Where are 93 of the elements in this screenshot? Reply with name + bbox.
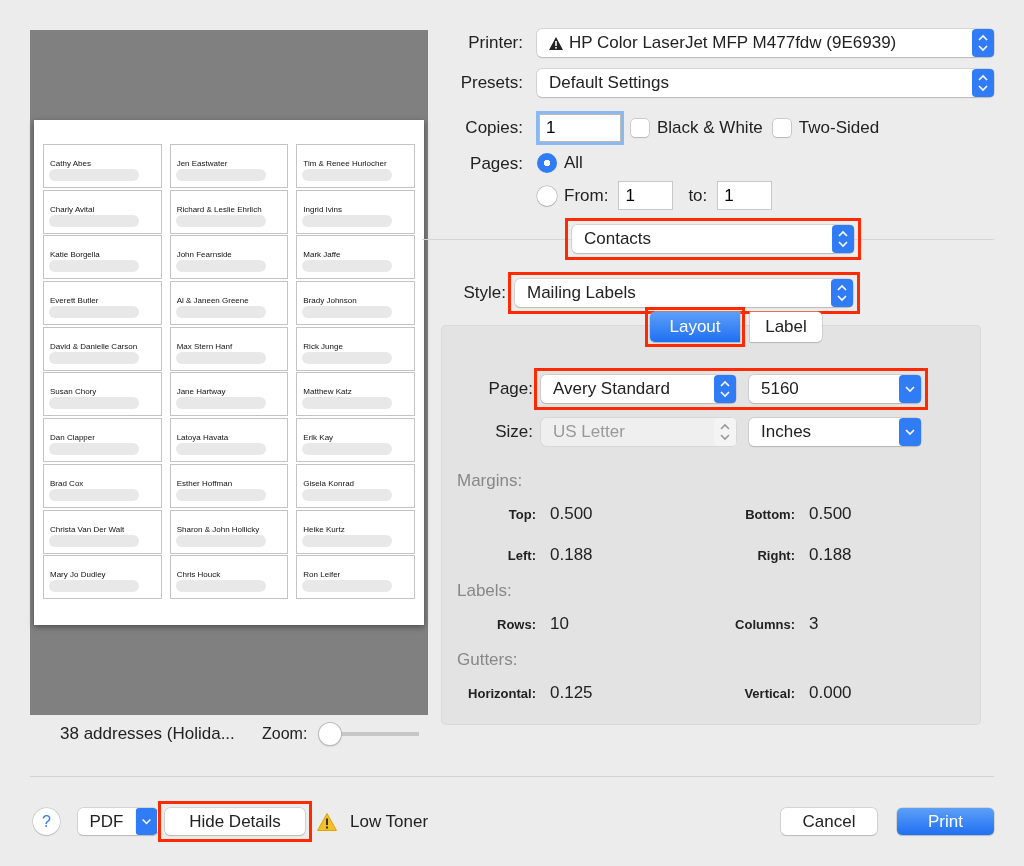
warning-icon: [317, 812, 337, 831]
label-name: Brad Cox: [50, 478, 84, 488]
address-summary: 38 addresses (Holida...: [60, 724, 236, 744]
help-button[interactable]: ?: [33, 808, 60, 835]
pdf-menu-button[interactable]: PDF: [78, 808, 158, 835]
slider-thumb[interactable]: [319, 723, 342, 745]
section-title: Gutters:: [457, 650, 519, 670]
field-label: Top:: [507, 506, 536, 522]
field-label: Right:: [756, 547, 795, 563]
section-title: Labels:: [457, 581, 513, 601]
field-value: 10: [550, 614, 570, 634]
radio-button[interactable]: [537, 185, 557, 206]
field-label: Bottom:: [744, 506, 795, 522]
label-name: David & Danielle Carson: [50, 341, 138, 351]
label-name: Tim & Renee Hurlocher: [303, 159, 387, 168]
checkbox[interactable]: [772, 119, 791, 137]
label-name: Christa Van Der Walt: [50, 524, 125, 534]
label-number-popup[interactable]: 5160: [749, 375, 921, 403]
to-label: to:: [688, 185, 708, 206]
dropdown-icon: [899, 375, 921, 403]
field-value: 0.188: [809, 545, 853, 565]
checkbox-label: Two-Sided: [798, 118, 880, 138]
label-name: Rick Junge: [303, 341, 343, 351]
stepper-icon: [714, 375, 736, 403]
label-name: Dan Clapper: [50, 433, 95, 443]
style-popup[interactable]: Mailing Labels: [515, 279, 853, 307]
label-name: Jane Hartway: [176, 387, 226, 397]
field-value: 0.000: [809, 683, 853, 703]
field-value: 0.500: [809, 504, 853, 524]
presets-popup[interactable]: Default Settings: [537, 69, 994, 97]
radio-label: From:: [564, 185, 609, 206]
page-type-popup[interactable]: Avery Standard: [541, 375, 736, 403]
from-field[interactable]: 1: [618, 181, 674, 210]
style-label: Style:: [462, 283, 506, 303]
label-name: Chris Houck: [176, 570, 221, 580]
stepper-icon: [832, 225, 854, 253]
label-name: Gisela Konrad: [303, 478, 355, 488]
tab[interactable]: Layout: [650, 312, 740, 342]
label-name: Mark Jaffe: [303, 250, 341, 260]
label-name: Ron Leifer: [303, 570, 341, 580]
label-name: Cathy Abes: [50, 159, 91, 168]
hide-details-button[interactable]: Hide Details: [165, 808, 305, 835]
label-name: Mary Jo Dudley: [50, 570, 106, 580]
label-name: Richard & Leslie Ehrlich: [176, 204, 262, 214]
field-value: 0.188: [550, 545, 594, 565]
label-name: Charly Avital: [50, 204, 95, 214]
label-name: Max Stern Hanf: [176, 341, 233, 351]
label-name: Katie Borgella: [50, 250, 100, 260]
label-name: Matthew Katz: [303, 387, 352, 397]
zoom-label: Zoom:: [262, 725, 308, 743]
radio-button[interactable]: [537, 153, 557, 173]
label-name: Heike Kurtz: [303, 524, 345, 534]
label-name: Ingrid Ivins: [303, 204, 342, 214]
pages-label: Pages:: [469, 153, 523, 174]
copies-field[interactable]: 1: [539, 114, 621, 142]
field-value: 3: [809, 614, 820, 634]
checkbox[interactable]: [631, 119, 649, 137]
field-label: Vertical:: [743, 685, 795, 701]
warning-text: Low Toner: [350, 811, 429, 832]
to-field[interactable]: 1: [717, 181, 773, 210]
dropdown-icon: [135, 808, 158, 835]
copies-label: Copies:: [464, 118, 523, 138]
size-label: Size:: [494, 422, 533, 442]
tab[interactable]: Label: [750, 312, 822, 342]
checkbox-label: Black & White: [657, 118, 763, 138]
presets-label: Presets:: [459, 73, 523, 93]
label-name: Latoya Havata: [176, 433, 229, 443]
printer-label: Printer:: [467, 33, 523, 53]
label-name: Erik Kay: [303, 433, 334, 443]
contacts-popup[interactable]: Contacts: [572, 225, 854, 253]
cancel-button[interactable]: Cancel: [781, 808, 877, 835]
label-name: John Fearnside: [176, 250, 232, 260]
field-label: Rows:: [496, 616, 536, 632]
field-label: Columns:: [734, 616, 795, 632]
field-value: 0.500: [550, 504, 594, 524]
field-label: Left:: [506, 547, 536, 563]
field-value: 0.125: [550, 683, 594, 703]
label-name: Al & Janeen Greene: [176, 296, 249, 306]
label-name: Sharon & John Hollicky: [176, 524, 260, 534]
field-label: Horizontal:: [467, 685, 536, 701]
radio-label: All: [564, 153, 583, 173]
label-name: Jen Eastwater: [176, 159, 228, 168]
stepper-icon: [972, 29, 994, 57]
page-label: Page:: [487, 379, 533, 399]
section-title: Margins:: [457, 471, 524, 491]
printer-popup[interactable]: HP Color LaserJet MFP M477fdw (9E6939): [537, 29, 994, 57]
stepper-icon: [831, 279, 853, 307]
label-name: Susan Chory: [50, 387, 97, 397]
label-name: Brady Johnson: [303, 296, 357, 306]
label-name: Everett Butler: [50, 296, 99, 306]
dropdown-icon: [899, 418, 921, 446]
stepper-icon: [972, 69, 994, 97]
label-name: Esther Hoffman: [176, 478, 233, 488]
